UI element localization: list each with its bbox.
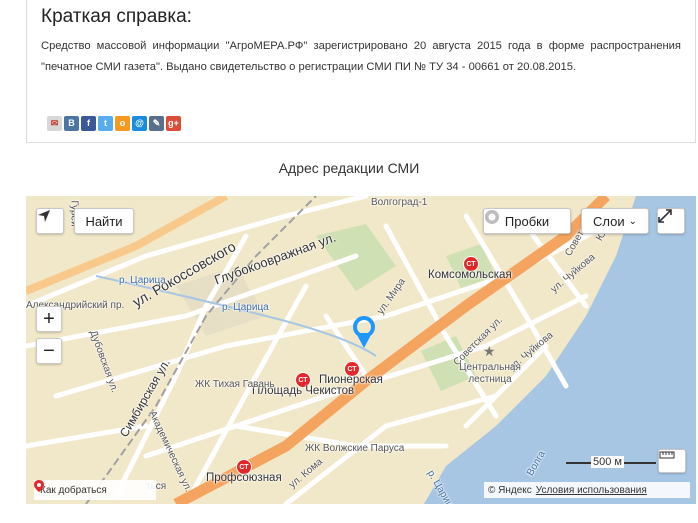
- street-label: Волгоград-1: [371, 197, 428, 208]
- traffic-label: Пробки: [504, 213, 550, 229]
- route-label: Как добраться: [40, 484, 107, 496]
- route-link[interactable]: Как добраться: [34, 480, 156, 500]
- geolocation-button[interactable]: [36, 208, 64, 234]
- twitter-icon[interactable]: t: [98, 116, 113, 131]
- share-buttons: ✉ Вf t о @ ✎ g+: [47, 116, 181, 131]
- info-title: Краткая справка:: [41, 6, 192, 27]
- odnoklassniki-icon[interactable]: о: [115, 116, 130, 131]
- copyright-bar: © Яндекс Условия использования: [484, 482, 690, 498]
- expand-icon: [658, 209, 672, 223]
- place-label: Центральная лестница: [459, 362, 521, 385]
- metro-label[interactable]: Комсомольская: [428, 269, 512, 281]
- location-arrow-icon: [38, 210, 50, 222]
- layers-label: Слои: [592, 213, 625, 229]
- info-card: Краткая справка: Средство массовой инфор…: [26, 0, 696, 143]
- terms-link[interactable]: Условия использования: [536, 485, 647, 496]
- water-label: р. Царица: [119, 275, 166, 286]
- copyright-text: © Яндекс: [488, 484, 532, 496]
- chevron-down-icon: ⌄: [628, 215, 637, 227]
- scale-label: 500 м: [591, 456, 624, 468]
- place-label: ЖК Тихая Гавань: [195, 379, 275, 390]
- livejournal-icon[interactable]: ✎: [149, 116, 164, 131]
- water-label: р. Царица: [222, 302, 269, 313]
- facebook-icon[interactable]: f: [81, 116, 96, 131]
- landmark-star-icon: ★: [483, 344, 496, 360]
- place-label: ЖК Волжские Паруса: [305, 443, 405, 454]
- scale-bar: 500 м: [566, 456, 656, 470]
- ruler-icon: [659, 451, 675, 459]
- zoom-out-button[interactable]: −: [36, 338, 62, 364]
- pin-icon: [34, 480, 44, 492]
- info-body: Средство массовой информации "АгроМЕРА.Р…: [41, 40, 681, 73]
- layers-button[interactable]: Слои ⌄: [581, 208, 649, 234]
- traffic-button[interactable]: Пробки: [483, 208, 571, 234]
- zoom-in-button[interactable]: +: [36, 306, 62, 332]
- mailru-icon[interactable]: @: [132, 116, 147, 131]
- fullscreen-button[interactable]: [657, 208, 685, 234]
- vkontakte-icon[interactable]: В: [64, 116, 79, 131]
- vk-plain-icon[interactable]: ✉: [47, 116, 62, 131]
- map-widget[interactable]: ★ ул. Рокоссовского Глубокоовражная ул. …: [26, 196, 696, 504]
- ruler-button[interactable]: [658, 449, 686, 473]
- find-button[interactable]: Найти: [74, 208, 134, 234]
- googleplus-icon[interactable]: g+: [166, 116, 181, 131]
- metro-label[interactable]: Профсоюзная: [206, 472, 282, 484]
- traffic-icon: [485, 210, 499, 224]
- map-section-title: Адрес редакции СМИ: [278, 160, 420, 176]
